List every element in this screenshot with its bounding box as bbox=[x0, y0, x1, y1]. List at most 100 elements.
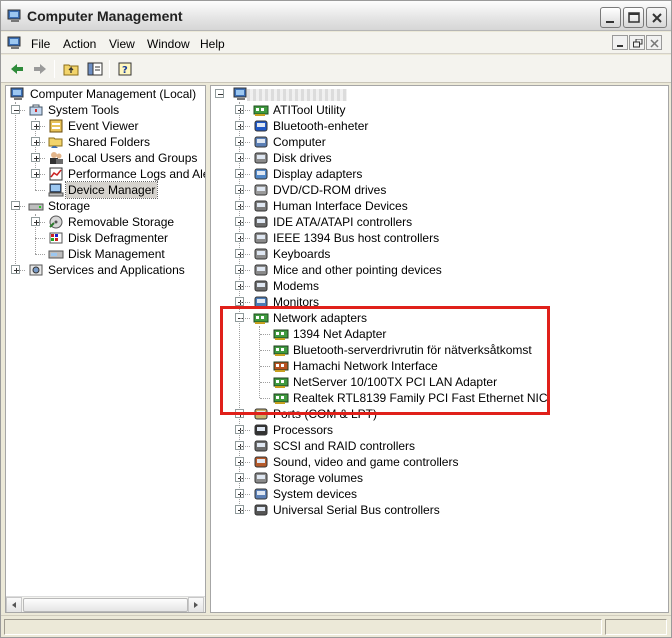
tree-item-storage[interactable]: Storage bbox=[8, 198, 205, 214]
device-tree-item[interactable]: Disk drives bbox=[213, 150, 668, 166]
collapse-icon[interactable] bbox=[215, 89, 224, 98]
device-tree-item[interactable]: System devices bbox=[213, 486, 668, 502]
menu-help[interactable]: Help bbox=[200, 37, 225, 51]
keyboards-icon bbox=[253, 246, 269, 262]
close-icon bbox=[650, 39, 659, 48]
svg-text:?: ? bbox=[122, 65, 128, 76]
device-tree-item[interactable]: Sound, video and game controllers bbox=[213, 454, 668, 470]
tree-item-label: Services and Applications bbox=[48, 263, 185, 277]
dvd-cd-rom-drives-icon bbox=[253, 182, 269, 198]
tree-item-system-tools[interactable]: System Tools bbox=[8, 102, 205, 118]
tree-item-label: Storage bbox=[48, 199, 91, 213]
expand-icon[interactable] bbox=[31, 217, 40, 226]
tree-item-device-manager[interactable]: Device Manager bbox=[8, 181, 205, 199]
toolbox-icon bbox=[28, 102, 44, 118]
human-interface-devices-icon bbox=[253, 198, 269, 214]
scroll-right-button[interactable] bbox=[188, 597, 204, 612]
tree-item-label: Performance Logs and Alerts bbox=[68, 167, 205, 181]
device-tree-item[interactable]: Display adapters bbox=[213, 166, 668, 182]
device-tree-item[interactable]: DVD/CD-ROM drives bbox=[213, 182, 668, 198]
document-icon[interactable] bbox=[7, 36, 23, 50]
device-tree-item[interactable]: Mice and other pointing devices bbox=[213, 262, 668, 278]
expand-icon[interactable] bbox=[31, 137, 40, 146]
device-tree-label: Sound, video and game controllers bbox=[273, 455, 459, 469]
menu-view[interactable]: View bbox=[109, 37, 135, 51]
menu-bar: File Action View Window Help bbox=[1, 32, 671, 54]
collapse-icon[interactable] bbox=[11, 105, 20, 114]
device-tree-item[interactable]: ATITool Utility bbox=[213, 102, 668, 118]
toolbar-separator bbox=[54, 60, 55, 78]
tree-item-label: Shared Folders bbox=[68, 135, 151, 149]
up-level-button[interactable] bbox=[60, 59, 82, 79]
show-hide-tree-button[interactable] bbox=[84, 59, 106, 79]
child-minimize-button[interactable] bbox=[612, 35, 628, 50]
collapse-icon[interactable] bbox=[11, 201, 20, 210]
device-tree-label: Processors bbox=[273, 423, 334, 437]
device-tree-item[interactable]: Human Interface Devices bbox=[213, 198, 668, 214]
forward-button[interactable] bbox=[29, 59, 51, 79]
device-tree-item[interactable]: Processors bbox=[213, 422, 668, 438]
minimize-button[interactable] bbox=[600, 7, 621, 28]
computer-management-icon bbox=[10, 86, 26, 102]
tree-item-label: System Tools bbox=[48, 103, 120, 117]
disk-drives-icon bbox=[253, 150, 269, 166]
tree-item-performance-logs[interactable]: Performance Logs and Alerts bbox=[8, 166, 205, 182]
device-tree-item[interactable]: Universal Serial Bus controllers bbox=[213, 502, 668, 518]
tree-item-label: Event Viewer bbox=[68, 119, 139, 133]
device-manager-icon bbox=[48, 182, 64, 198]
help-button[interactable]: ? bbox=[115, 59, 137, 79]
expand-icon[interactable] bbox=[11, 265, 20, 274]
close-icon bbox=[652, 13, 662, 23]
tree-item-shared-folders[interactable]: Shared Folders bbox=[8, 134, 205, 150]
horizontal-scrollbar[interactable] bbox=[6, 596, 205, 612]
tree-item-disk-management[interactable]: Disk Management bbox=[8, 246, 205, 262]
device-tree-item[interactable]: Computer bbox=[213, 134, 668, 150]
device-tree-item[interactable]: Bluetooth-enheter bbox=[213, 118, 668, 134]
console-tree-pane[interactable]: Computer Management (Local) System Tools… bbox=[5, 85, 206, 613]
display-adapters-icon bbox=[253, 166, 269, 182]
expand-icon[interactable] bbox=[31, 169, 40, 178]
device-tree-item[interactable]: SCSI and RAID controllers bbox=[213, 438, 668, 454]
modems-icon bbox=[253, 278, 269, 294]
sound-video-and-game-controllers-icon bbox=[253, 454, 269, 470]
device-tree-item[interactable]: IDE ATA/ATAPI controllers bbox=[213, 214, 668, 230]
maximize-icon bbox=[628, 12, 640, 23]
tree-item-computer-management[interactable]: Computer Management (Local) bbox=[8, 86, 205, 102]
device-tree-item[interactable]: Keyboards bbox=[213, 246, 668, 262]
menu-file[interactable]: File bbox=[31, 37, 50, 51]
expand-icon[interactable] bbox=[31, 121, 40, 130]
tree-item-event-viewer[interactable]: Event Viewer bbox=[8, 118, 205, 134]
menu-action[interactable]: Action bbox=[63, 37, 96, 51]
device-tree-label: Storage volumes bbox=[273, 471, 364, 485]
child-close-button[interactable] bbox=[646, 35, 662, 50]
device-tree-label: Computer bbox=[273, 135, 326, 149]
show-hide-tree-icon bbox=[87, 62, 103, 76]
processors-icon bbox=[253, 422, 269, 438]
tree-item-services-applications[interactable]: Services and Applications bbox=[8, 262, 205, 278]
universal-serial-bus-controllers-icon bbox=[253, 502, 269, 518]
device-tree-item[interactable]: Modems bbox=[213, 278, 668, 294]
maximize-button[interactable] bbox=[623, 7, 644, 28]
tree-item-label: Device Manager bbox=[64, 181, 159, 199]
menu-window[interactable]: Window bbox=[147, 37, 190, 51]
scroll-left-button[interactable] bbox=[6, 597, 22, 612]
child-restore-button[interactable] bbox=[629, 35, 645, 50]
device-tree-item[interactable]: Storage volumes bbox=[213, 470, 668, 486]
close-button[interactable] bbox=[646, 7, 667, 28]
device-tree-label: Universal Serial Bus controllers bbox=[273, 503, 440, 517]
tree-item-disk-defragmenter[interactable]: Disk Defragmenter bbox=[8, 230, 205, 246]
back-button[interactable] bbox=[6, 59, 28, 79]
computer-management-window: Computer Management File Action View Win… bbox=[0, 0, 672, 638]
scsi-and-raid-controllers-icon bbox=[253, 438, 269, 454]
device-tree-label: System devices bbox=[273, 487, 358, 501]
tree-item-local-users[interactable]: Local Users and Groups bbox=[8, 150, 205, 166]
device-tree-label: Bluetooth-enheter bbox=[273, 119, 369, 133]
tree-item-removable-storage[interactable]: Removable Storage bbox=[8, 214, 205, 230]
scrollbar-thumb[interactable] bbox=[23, 598, 188, 612]
expand-icon[interactable] bbox=[31, 153, 40, 162]
title-bar[interactable]: Computer Management bbox=[1, 1, 671, 31]
device-tree-label: Human Interface Devices bbox=[273, 199, 408, 213]
device-tree-label: Mice and other pointing devices bbox=[273, 263, 442, 277]
defragmenter-icon bbox=[48, 230, 64, 246]
device-tree-item[interactable]: IEEE 1394 Bus host controllers bbox=[213, 230, 668, 246]
